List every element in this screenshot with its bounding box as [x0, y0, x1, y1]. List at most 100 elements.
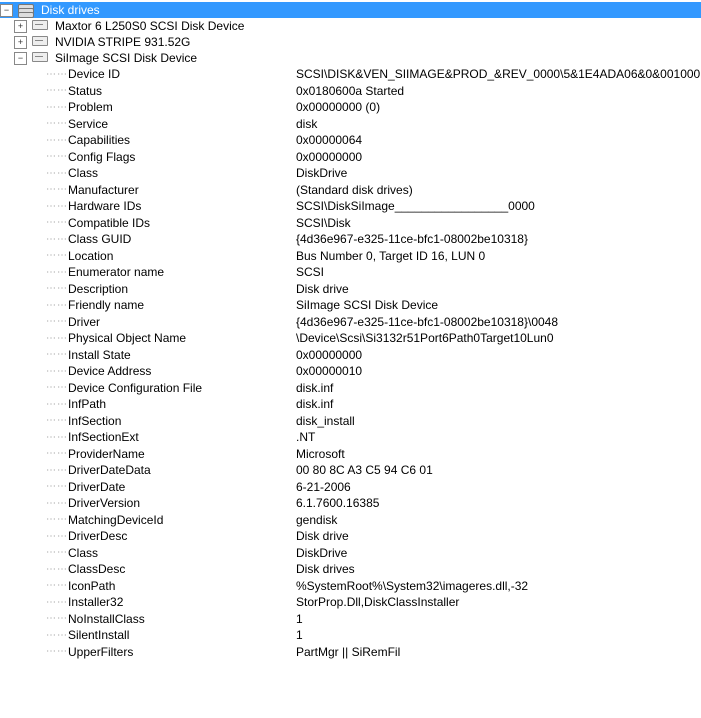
- property-row[interactable]: ⋯⋯Friendly nameSiImage SCSI Disk Device: [46, 297, 701, 314]
- property-value: 1: [296, 628, 701, 642]
- property-row[interactable]: ⋯⋯ClassDescDisk drives: [46, 561, 701, 578]
- property-row[interactable]: ⋯⋯Device Configuration Filedisk.inf: [46, 380, 701, 397]
- tree-guide-icon: ⋯⋯: [46, 613, 68, 624]
- property-key: InfSection: [68, 414, 296, 428]
- property-value: (Standard disk drives): [296, 183, 701, 197]
- tree-guide-icon: ⋯⋯: [46, 646, 68, 657]
- property-row[interactable]: ⋯⋯NoInstallClass1: [46, 611, 701, 628]
- property-value: 0x0180600a Started: [296, 84, 701, 98]
- property-value: {4d36e967-e325-11ce-bfc1-08002be10318}: [296, 232, 701, 246]
- property-value: %SystemRoot%\System32\imageres.dll,-32: [296, 579, 701, 593]
- property-key: Class GUID: [68, 232, 296, 246]
- tree-guide-icon: ⋯⋯: [46, 184, 68, 195]
- property-row[interactable]: ⋯⋯ClassDiskDrive: [46, 165, 701, 182]
- property-value: SCSI\Disk: [296, 216, 701, 230]
- property-row[interactable]: ⋯⋯DriverDate6-21-2006: [46, 479, 701, 496]
- property-row[interactable]: ⋯⋯DescriptionDisk drive: [46, 281, 701, 298]
- property-value: gendisk: [296, 513, 701, 527]
- property-row[interactable]: ⋯⋯Servicedisk: [46, 116, 701, 133]
- property-row[interactable]: ⋯⋯Device Address0x00000010: [46, 363, 701, 380]
- property-value: SCSI\DiskSiImage_________________0000: [296, 199, 701, 213]
- node-label: Disk drives: [39, 3, 102, 17]
- property-key: DriverDateData: [68, 463, 296, 477]
- property-key: Class: [68, 166, 296, 180]
- property-row[interactable]: ⋯⋯InfSectionExt.NT: [46, 429, 701, 446]
- property-value: Microsoft: [296, 447, 701, 461]
- property-row[interactable]: ⋯⋯UpperFiltersPartMgr || SiRemFil: [46, 644, 701, 661]
- property-row[interactable]: ⋯⋯Problem0x00000000 (0): [46, 99, 701, 116]
- collapse-icon[interactable]: −: [14, 52, 27, 65]
- property-row[interactable]: ⋯⋯Compatible IDsSCSI\Disk: [46, 215, 701, 232]
- property-value: disk_install: [296, 414, 701, 428]
- property-key: Description: [68, 282, 296, 296]
- tree-guide-icon: ⋯⋯: [46, 283, 68, 294]
- property-value: Disk drives: [296, 562, 701, 576]
- tree-guide-icon: ⋯⋯: [46, 151, 68, 162]
- property-value: {4d36e967-e325-11ce-bfc1-08002be10318}\0…: [296, 315, 701, 329]
- property-row[interactable]: ⋯⋯InfPathdisk.inf: [46, 396, 701, 413]
- expand-icon[interactable]: +: [14, 36, 27, 49]
- tree-node-device[interactable]: + NVIDIA STRIPE 931.52G: [0, 34, 701, 50]
- tree-guide-icon: ⋯⋯: [46, 531, 68, 542]
- property-value: SCSI: [296, 265, 701, 279]
- property-key: Device ID: [68, 67, 296, 81]
- tree-node-device[interactable]: − SiImage SCSI Disk Device: [0, 50, 701, 66]
- tree-guide-icon: ⋯⋯: [46, 135, 68, 146]
- property-row[interactable]: ⋯⋯Status0x0180600a Started: [46, 83, 701, 100]
- tree-guide-icon: ⋯⋯: [46, 366, 68, 377]
- property-row[interactable]: ⋯⋯Device IDSCSI\DISK&VEN_SIIMAGE&PROD_&R…: [46, 66, 701, 83]
- property-row[interactable]: ⋯⋯Class GUID{4d36e967-e325-11ce-bfc1-080…: [46, 231, 701, 248]
- node-label: Maxtor 6 L250S0 SCSI Disk Device: [53, 19, 246, 33]
- tree-guide-icon: ⋯⋯: [46, 448, 68, 459]
- property-key: MatchingDeviceId: [68, 513, 296, 527]
- property-row[interactable]: ⋯⋯LocationBus Number 0, Target ID 16, LU…: [46, 248, 701, 265]
- property-key: Install State: [68, 348, 296, 362]
- property-key: InfPath: [68, 397, 296, 411]
- property-row[interactable]: ⋯⋯ProviderNameMicrosoft: [46, 446, 701, 463]
- property-value: 0x00000010: [296, 364, 701, 378]
- property-row[interactable]: ⋯⋯Enumerator nameSCSI: [46, 264, 701, 281]
- tree-guide-icon: ⋯⋯: [46, 217, 68, 228]
- tree-guide-icon: ⋯⋯: [46, 415, 68, 426]
- device-tree: − Disk drives + Maxtor 6 L250S0 SCSI Dis…: [0, 0, 701, 662]
- tree-node-disk-drives[interactable]: − Disk drives: [0, 2, 701, 18]
- tree-guide-icon: ⋯⋯: [46, 102, 68, 113]
- property-row[interactable]: ⋯⋯Config Flags0x00000000: [46, 149, 701, 166]
- property-row[interactable]: ⋯⋯Physical Object Name\Device\Scsi\Si313…: [46, 330, 701, 347]
- property-key: Class: [68, 546, 296, 560]
- property-value: 6.1.7600.16385: [296, 496, 701, 510]
- property-value: 0x00000000: [296, 348, 701, 362]
- property-key: Driver: [68, 315, 296, 329]
- tree-guide-icon: ⋯⋯: [46, 564, 68, 575]
- drive-icon: [31, 51, 49, 65]
- property-row[interactable]: ⋯⋯Capabilities0x00000064: [46, 132, 701, 149]
- expand-icon[interactable]: +: [14, 20, 27, 33]
- property-row[interactable]: ⋯⋯Installer32StorProp.Dll,DiskClassInsta…: [46, 594, 701, 611]
- property-value: DiskDrive: [296, 166, 701, 180]
- property-row[interactable]: ⋯⋯ClassDiskDrive: [46, 545, 701, 562]
- tree-node-device[interactable]: + Maxtor 6 L250S0 SCSI Disk Device: [0, 18, 701, 34]
- property-row[interactable]: ⋯⋯DriverDescDisk drive: [46, 528, 701, 545]
- property-row[interactable]: ⋯⋯Manufacturer(Standard disk drives): [46, 182, 701, 199]
- property-row[interactable]: ⋯⋯DriverVersion6.1.7600.16385: [46, 495, 701, 512]
- property-row[interactable]: ⋯⋯IconPath%SystemRoot%\System32\imageres…: [46, 578, 701, 595]
- tree-guide-icon: ⋯⋯: [46, 349, 68, 360]
- property-value: 6-21-2006: [296, 480, 701, 494]
- collapse-icon[interactable]: −: [0, 4, 13, 17]
- property-row[interactable]: ⋯⋯Driver{4d36e967-e325-11ce-bfc1-08002be…: [46, 314, 701, 331]
- property-key: DriverDesc: [68, 529, 296, 543]
- property-row[interactable]: ⋯⋯Hardware IDsSCSI\DiskSiImage__________…: [46, 198, 701, 215]
- property-row[interactable]: ⋯⋯InfSectiondisk_install: [46, 413, 701, 430]
- property-key: Installer32: [68, 595, 296, 609]
- property-row[interactable]: ⋯⋯SilentInstall1: [46, 627, 701, 644]
- property-row[interactable]: ⋯⋯Install State0x00000000: [46, 347, 701, 364]
- tree-guide-icon: ⋯⋯: [46, 250, 68, 261]
- property-key: NoInstallClass: [68, 612, 296, 626]
- property-row[interactable]: ⋯⋯DriverDateData00 80 8C A3 C5 94 C6 01: [46, 462, 701, 479]
- tree-guide-icon: ⋯⋯: [46, 514, 68, 525]
- tree-guide-icon: ⋯⋯: [46, 234, 68, 245]
- device-properties: ⋯⋯Device IDSCSI\DISK&VEN_SIIMAGE&PROD_&R…: [46, 66, 701, 660]
- property-row[interactable]: ⋯⋯MatchingDeviceIdgendisk: [46, 512, 701, 529]
- tree-guide-icon: ⋯⋯: [46, 580, 68, 591]
- property-key: Device Configuration File: [68, 381, 296, 395]
